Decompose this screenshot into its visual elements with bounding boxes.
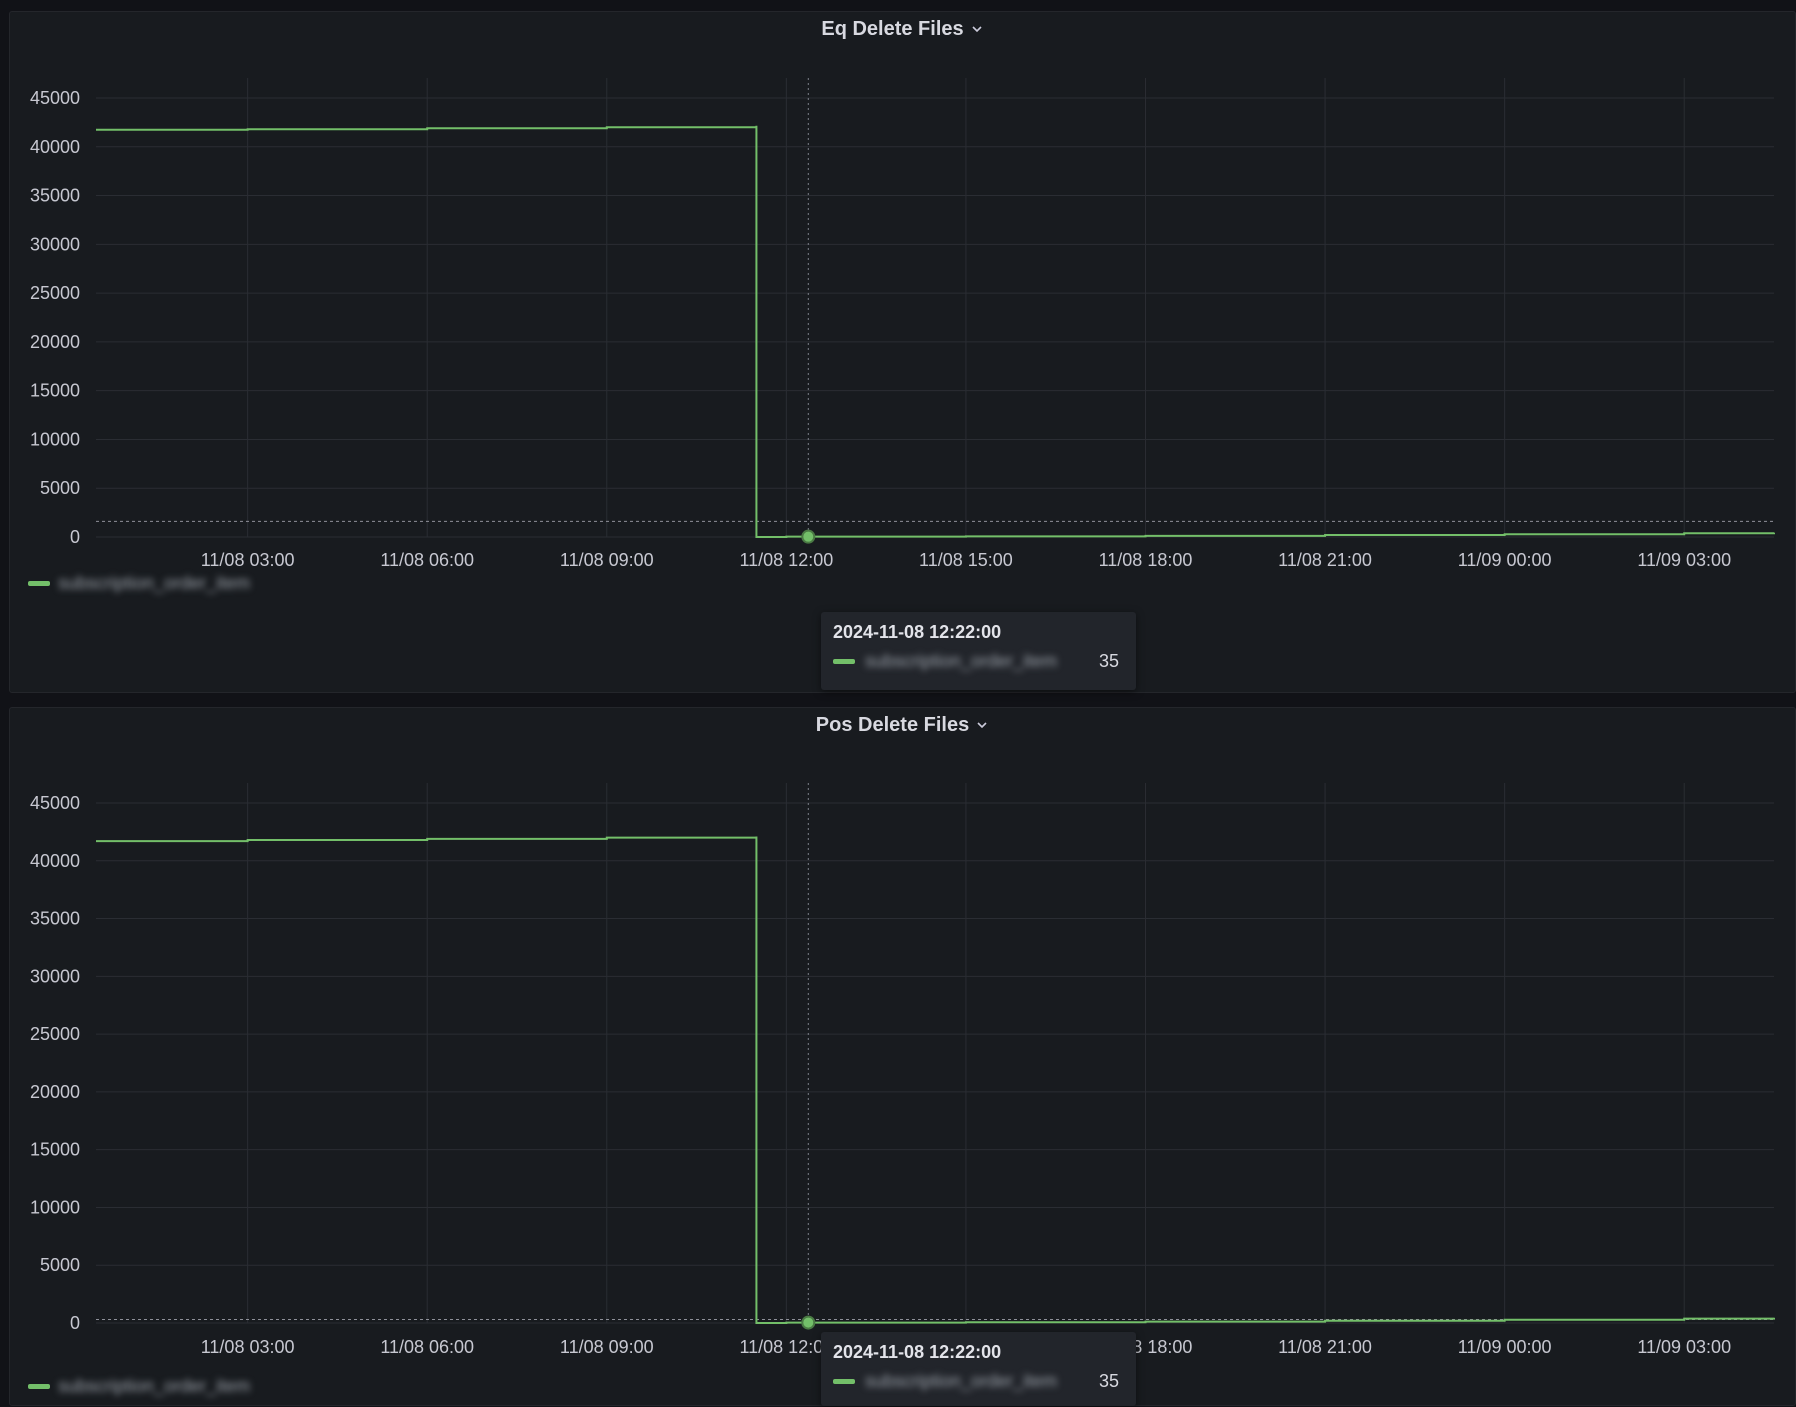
- y-tick-label: 40000: [30, 851, 80, 871]
- y-tick-label: 5000: [40, 478, 80, 498]
- tooltip-value: 35: [1099, 651, 1120, 671]
- x-tick-label: 11/09 03:00: [1637, 550, 1731, 570]
- x-tick-label: 11/09 00:00: [1458, 1337, 1552, 1357]
- x-tick-label: 11/08 21:00: [1278, 550, 1372, 570]
- x-tick-label: 11/08 03:00: [201, 1337, 295, 1357]
- legend-label: subscription_order_item: [58, 1376, 251, 1396]
- x-tick-label: 11/08 21:00: [1278, 1337, 1372, 1357]
- x-tick-label: 11/08 15:00: [919, 550, 1013, 570]
- grid: [96, 783, 1774, 1324]
- tooltip-swatch: [833, 1379, 855, 1384]
- y-tick-label: 20000: [30, 1082, 80, 1102]
- x-tick-label: 11/08 06:00: [380, 550, 474, 570]
- y-tick-label: 35000: [30, 186, 80, 206]
- legend-swatch: [28, 1384, 50, 1389]
- legend-label: subscription_order_item: [58, 573, 251, 593]
- y-tick-label: 35000: [30, 909, 80, 929]
- tooltip-value: 35: [1099, 1371, 1120, 1391]
- tooltip-time: 2024-11-08 12:22:00: [833, 1342, 1002, 1362]
- grid: [96, 78, 1774, 538]
- x-tick-label: 11/08 09:00: [560, 550, 654, 570]
- y-tick-label: 5000: [40, 1255, 80, 1275]
- panel-pos-delete-files: Pos Delete Files 0 5000 10000 15000 20000 250…: [9, 707, 1796, 1406]
- x-tick-label: 11/08 03:00: [201, 550, 295, 570]
- time-series-chart[interactable]: 0 5000 10000 15000 20000 25000 30000 35000 40000…: [10, 708, 1796, 1407]
- y-tick-label: 0: [70, 527, 80, 547]
- y-tick-label: 30000: [30, 966, 80, 986]
- tooltip: 2024-11-08 12:22:00 subscription_order_i…: [821, 1332, 1136, 1406]
- series-line: [96, 836, 1775, 1324]
- y-tick-label: 25000: [30, 283, 80, 303]
- time-series-chart[interactable]: 0 5000 10000 15000 20000 25000 30000 35000 40000…: [10, 12, 1796, 694]
- x-tick-label: 11/08 12:00: [739, 550, 833, 570]
- tooltip-swatch: [833, 659, 855, 664]
- x-tick-label: 11/09 00:00: [1458, 550, 1552, 570]
- y-tick-label: 20000: [30, 332, 80, 352]
- tooltip-series: subscription_order_item: [865, 1371, 1058, 1391]
- x-tick-label: 11/08 12:00: [739, 1337, 833, 1357]
- legend-item[interactable]: subscription_order_item: [28, 573, 250, 594]
- tooltip-time: 2024-11-08 12:22:00: [833, 622, 1002, 642]
- legend-swatch: [28, 581, 50, 586]
- y-tick-label: 10000: [30, 1197, 80, 1217]
- y-tick-label: 45000: [30, 793, 80, 813]
- series-line: [96, 125, 1775, 538]
- y-tick-label: 0: [70, 1313, 80, 1333]
- y-tick-label: 15000: [30, 1140, 80, 1160]
- hover-point: [801, 1315, 816, 1330]
- x-tick-label: 11/09 03:00: [1637, 1337, 1731, 1357]
- y-tick-label: 15000: [30, 381, 80, 401]
- y-tick-label: 45000: [30, 88, 80, 108]
- y-tick-label: 30000: [30, 234, 80, 254]
- hover-point: [801, 529, 816, 544]
- x-tick-label: 11/08 18:00: [1099, 550, 1193, 570]
- y-tick-label: 10000: [30, 429, 80, 449]
- legend-item[interactable]: subscription_order_item: [28, 1376, 250, 1397]
- y-tick-label: 25000: [30, 1024, 80, 1044]
- tooltip-series: subscription_order_item: [865, 651, 1058, 671]
- x-tick-label: 11/08 09:00: [560, 1337, 654, 1357]
- panel-eq-delete-files: Eq Delete Files 0 5000 10000 15000 20000 2500…: [9, 11, 1796, 693]
- y-tick-label: 40000: [30, 137, 80, 157]
- x-tick-label: 11/08 06:00: [380, 1337, 474, 1357]
- tooltip: 2024-11-08 12:22:00 subscription_order_i…: [821, 612, 1136, 690]
